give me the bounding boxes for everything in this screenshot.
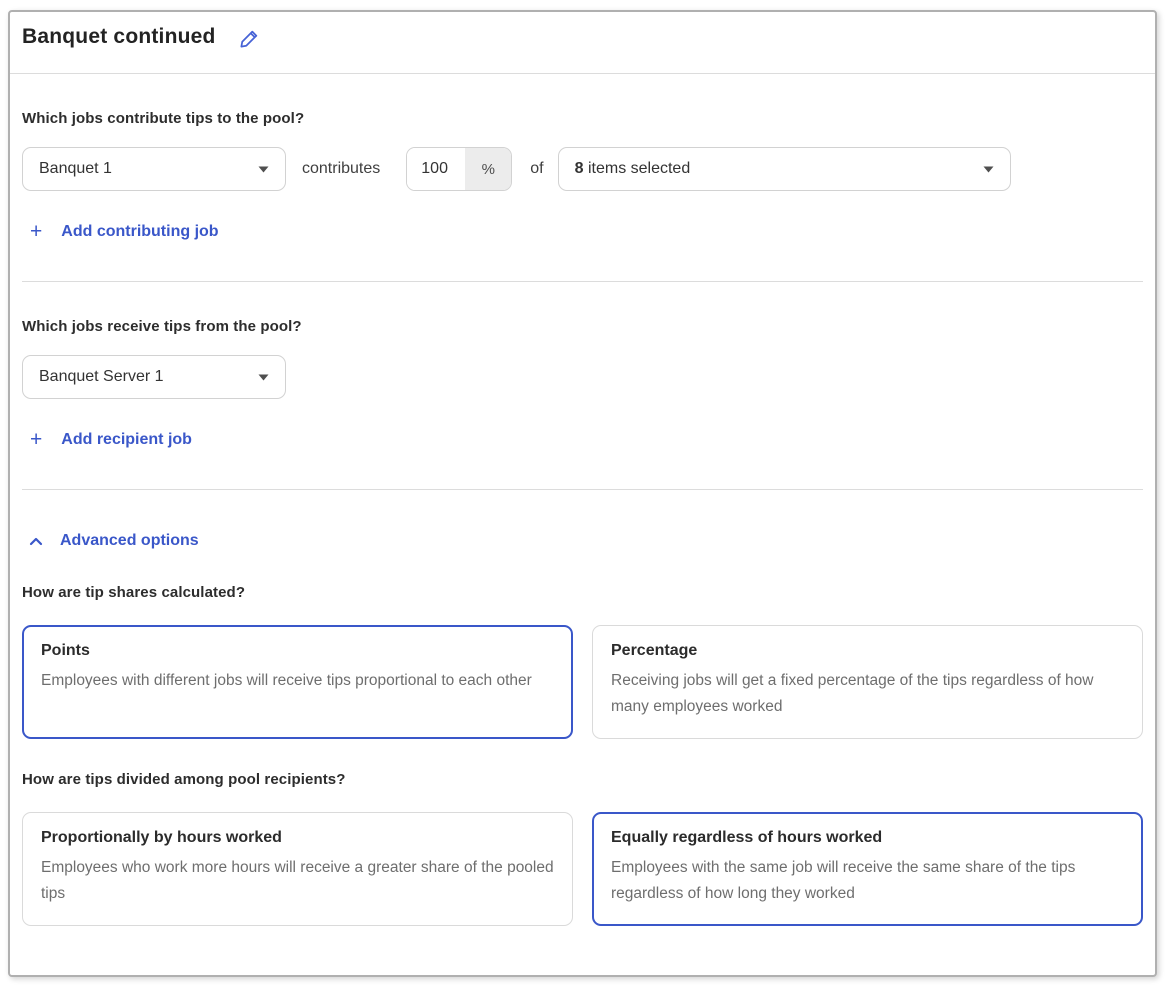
section-divider — [22, 489, 1143, 490]
pool-items-select[interactable]: 8 items selected — [558, 147, 1011, 191]
pool-items-value: 8 items selected — [575, 160, 691, 178]
plus-icon: + — [30, 223, 42, 241]
option-card-points[interactable]: Points Employees with different jobs wil… — [22, 625, 573, 739]
recipient-job-value: Banquet Server 1 — [39, 368, 164, 386]
division-question: How are tips divided among pool recipien… — [22, 771, 1143, 788]
advanced-options-toggle[interactable]: Advanced options — [22, 532, 199, 550]
option-card-description: Receiving jobs will get a fixed percenta… — [611, 668, 1124, 720]
option-card-description: Employees with the same job will receive… — [611, 855, 1124, 907]
recipient-row: Banquet Server 1 — [22, 355, 1143, 399]
option-card-percentage[interactable]: Percentage Receiving jobs will get a fix… — [592, 625, 1143, 739]
option-card-title: Points — [41, 642, 554, 660]
contributor-row: Banquet 1 contributes % of 8 items selec… — [22, 147, 1143, 191]
shares-question: How are tip shares calculated? — [22, 584, 1143, 601]
option-card-title: Percentage — [611, 642, 1124, 660]
option-card-description: Employees with different jobs will recei… — [41, 668, 554, 694]
contributing-job-value: Banquet 1 — [39, 160, 112, 178]
recipients-question: Which jobs receive tips from the pool? — [22, 318, 1143, 335]
add-recipient-job-label: Add recipient job — [61, 431, 192, 449]
form-header: Banquet continued — [22, 23, 1143, 51]
percent-input[interactable] — [407, 148, 465, 190]
shares-option-cards: Points Employees with different jobs wil… — [22, 625, 1143, 739]
percent-input-group: % — [406, 147, 512, 191]
option-card-title: Equally regardless of hours worked — [611, 829, 1124, 847]
contributes-label: contributes — [302, 160, 380, 178]
header-divider — [10, 73, 1155, 74]
option-card-description: Employees who work more hours will recei… — [41, 855, 554, 907]
advanced-options-label: Advanced options — [60, 532, 199, 550]
percent-suffix: % — [465, 148, 511, 190]
contributors-question: Which jobs contribute tips to the pool? — [22, 110, 1143, 127]
section-divider — [22, 281, 1143, 282]
page-title: Banquet continued — [22, 23, 216, 51]
add-contributing-job-button[interactable]: + Add contributing job — [22, 223, 219, 241]
chevron-down-icon — [983, 166, 994, 173]
division-option-cards: Proportionally by hours worked Employees… — [22, 812, 1143, 926]
option-card-proportional-hours[interactable]: Proportionally by hours worked Employees… — [22, 812, 573, 926]
add-contributing-job-label: Add contributing job — [61, 223, 218, 241]
contributing-job-select[interactable]: Banquet 1 — [22, 147, 286, 191]
tip-pool-form-panel: Banquet continued Which jobs contribute … — [8, 10, 1157, 977]
chevron-up-icon — [29, 537, 43, 546]
plus-icon: + — [30, 431, 42, 449]
option-card-equal-share[interactable]: Equally regardless of hours worked Emplo… — [592, 812, 1143, 926]
option-card-title: Proportionally by hours worked — [41, 829, 554, 847]
add-recipient-job-button[interactable]: + Add recipient job — [22, 431, 192, 449]
chevron-down-icon — [258, 166, 269, 173]
recipient-job-select[interactable]: Banquet Server 1 — [22, 355, 286, 399]
edit-pencil-icon[interactable] — [239, 28, 260, 49]
of-label: of — [530, 160, 543, 178]
chevron-down-icon — [258, 374, 269, 381]
